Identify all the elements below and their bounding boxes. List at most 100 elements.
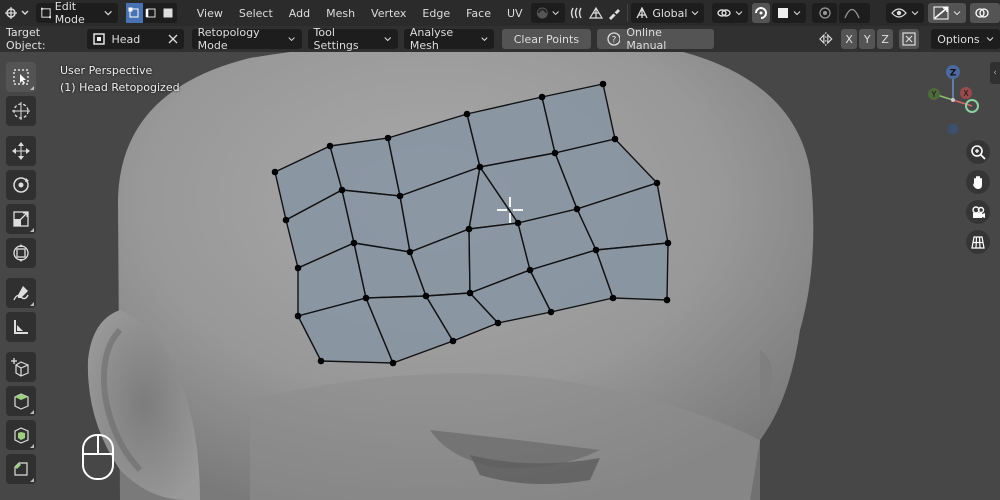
mesh-vertex[interactable] [592,246,600,254]
mirror-icon[interactable] [818,31,834,47]
bevel-tool[interactable] [6,454,36,484]
overlays-dropdown[interactable] [970,3,1000,23]
mesh-vertex[interactable] [449,337,457,345]
inset-tool[interactable] [6,420,36,450]
menu-view[interactable]: View [189,7,231,20]
edit-mode-icon [40,7,51,19]
mirror-y-toggle[interactable]: Y [859,29,876,49]
menu-select[interactable]: Select [231,7,281,20]
edge-select-button[interactable] [143,3,160,23]
mesh-vertex[interactable] [476,163,484,171]
auto-merge-toggle[interactable] [899,29,920,49]
tool-settings-label: Tool Settings [313,26,359,52]
mesh-vertex[interactable] [599,80,607,88]
mesh-vertex[interactable] [271,168,279,176]
zoom-button[interactable] [966,140,990,164]
mesh-vertex[interactable] [526,266,534,274]
mirror-x-toggle[interactable]: X [841,29,858,49]
rotate-icon [13,177,29,193]
mesh-vertex[interactable] [422,292,430,300]
mesh-vertex[interactable] [338,186,346,194]
move-tool[interactable] [6,136,36,166]
menu-mesh[interactable]: Mesh [318,7,363,20]
menu-edge[interactable]: Edge [414,7,458,20]
mesh-vertex[interactable] [551,149,559,157]
mesh-vertex[interactable] [350,239,358,247]
online-manual-button[interactable]: ? Online Manual [596,26,714,52]
snap-toggle[interactable] [752,3,771,23]
mirror-z-toggle[interactable]: Z [877,29,894,49]
menu-vertex[interactable]: Vertex [363,7,414,20]
mesh-vertex[interactable] [362,294,370,302]
3d-cursor-icon[interactable] [495,195,525,225]
target-object-field[interactable]: Head [87,29,184,49]
tool-settings-dropdown[interactable]: Tool Settings [307,26,398,52]
face-select-button[interactable] [160,3,177,23]
camera-view-button[interactable] [966,200,990,224]
mesh-overlay-toggle[interactable] [587,3,605,23]
mesh-vertex[interactable] [396,192,404,200]
chevron-down-icon [736,11,743,16]
mesh-vertex[interactable] [326,142,334,150]
gizmo-axis-neg-z[interactable] [947,123,959,135]
falloff-dropdown[interactable] [839,3,871,23]
extrude-tool[interactable] [6,386,36,416]
mesh-vertex[interactable] [406,248,414,256]
measure-tool[interactable] [6,312,36,342]
mesh-vertex[interactable] [609,294,617,302]
analyse-mesh-dropdown[interactable]: Analyse Mesh [403,26,495,52]
add-cube-tool[interactable] [6,352,36,382]
options-dropdown[interactable]: Options [931,29,1000,49]
mesh-vertex[interactable] [294,312,302,320]
mesh-vertex[interactable] [494,319,502,327]
mesh-vertex[interactable] [663,296,671,304]
mesh-vertex[interactable] [317,357,325,365]
mesh-vertex[interactable] [465,225,473,233]
mesh-vertex[interactable] [294,264,302,272]
draw-toggle[interactable] [605,3,623,23]
mode-dropdown[interactable]: Edit Mode [35,0,118,26]
transform-tool[interactable] [6,238,36,268]
navigation-gizmo[interactable]: Z Y X [918,60,988,140]
retopology-mesh[interactable] [0,52,1000,500]
3d-viewport[interactable] [0,52,1000,500]
mesh-vertex[interactable] [538,93,546,101]
mesh-vertex[interactable] [282,216,290,224]
mesh-vertex[interactable] [653,179,661,187]
annotate-tool[interactable] [6,278,36,308]
mesh-vertex[interactable] [384,134,392,142]
gizmo-dropdown[interactable] [928,3,967,23]
pivot-dropdown[interactable] [712,3,749,23]
visibility-dropdown[interactable] [886,3,925,23]
menu-add[interactable]: Add [281,7,318,20]
orientation-dropdown[interactable]: Global [631,3,705,23]
chevron-down-icon [911,11,919,16]
square-icon [778,8,789,18]
proportional-edit-toggle[interactable] [812,3,838,23]
ortho-toggle-button[interactable] [966,230,990,254]
rotate-tool[interactable] [6,170,36,200]
scale-tool[interactable] [6,204,36,234]
snap-element-dropdown[interactable] [530,3,565,23]
clear-points-button[interactable]: Clear Points [502,29,591,49]
vertex-select-button[interactable] [125,3,143,23]
close-icon[interactable] [168,34,178,44]
pan-button[interactable] [966,170,990,194]
mesh-vertex[interactable] [466,289,474,297]
menu-face[interactable]: Face [458,7,499,20]
cursor-tool[interactable] [6,96,36,126]
select-box-tool[interactable] [6,62,36,92]
mesh-vertex[interactable] [389,359,397,367]
mesh-vertex[interactable] [463,110,471,118]
mesh-vertex[interactable] [611,135,619,143]
menu-uv[interactable]: UV [499,7,531,20]
proportional-icon [819,7,831,19]
mesh-vertex[interactable] [547,308,555,316]
mesh-vertex[interactable] [573,205,581,213]
editor-type-button[interactable] [4,3,32,23]
retopology-mode-dropdown[interactable]: Retopology Mode [191,26,302,52]
xray-toggle[interactable] [569,3,587,23]
snap-target-dropdown[interactable] [772,3,807,23]
sidebar-toggle[interactable]: ‹ [990,62,1000,84]
mesh-vertex[interactable] [664,239,672,247]
